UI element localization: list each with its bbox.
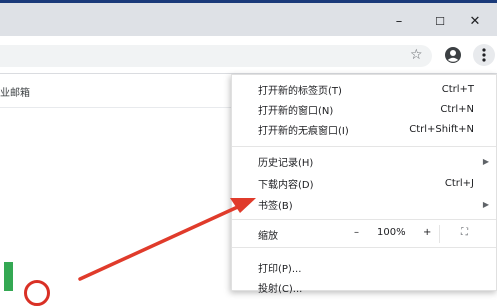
menu-item-shortcut: Ctrl+N bbox=[440, 103, 474, 115]
page-graphic-red-circle bbox=[24, 280, 50, 306]
profile-icon[interactable] bbox=[444, 46, 462, 64]
zoom-value: 100% bbox=[377, 227, 406, 238]
menu-item-label: 投射(C)... bbox=[258, 283, 303, 295]
zoom-out-button[interactable]: – bbox=[354, 227, 359, 238]
menu-item-new-incognito[interactable]: 打开新的无痕窗口(I) Ctrl+Shift+N bbox=[232, 119, 496, 139]
submenu-arrow-icon: ▶ bbox=[482, 199, 489, 209]
submenu-arrow-icon: ▶ bbox=[482, 156, 489, 166]
address-bar[interactable] bbox=[0, 45, 432, 67]
menu-item-label: 打印(P)... bbox=[258, 263, 302, 275]
menu-divider bbox=[232, 146, 496, 147]
menu-item-label: 打开新的无痕窗口(I) bbox=[258, 125, 349, 137]
menu-item-bookmarks[interactable]: 书签(B) ▶ bbox=[232, 194, 496, 214]
toolbar: ☆ bbox=[0, 36, 497, 74]
menu-button[interactable] bbox=[473, 44, 495, 66]
page-graphic-green bbox=[4, 262, 13, 291]
menu-zoom-row: 缩放 – 100% + ⛶ bbox=[232, 224, 496, 244]
menu-item-shortcut: Ctrl+J bbox=[444, 177, 474, 189]
zoom-divider bbox=[439, 225, 440, 243]
zoom-in-button[interactable]: + bbox=[423, 227, 431, 238]
menu-item-label: 书签(B) bbox=[258, 200, 293, 212]
menu-item-label: 下载内容(D) bbox=[258, 179, 314, 191]
bookmarks-divider bbox=[0, 107, 231, 108]
menu-item-new-window[interactable]: 打开新的窗口(N) Ctrl+N bbox=[232, 99, 496, 119]
menu-divider bbox=[232, 219, 496, 220]
close-icon: ✕ bbox=[469, 13, 481, 29]
menu-item-label: 历史记录(H) bbox=[258, 157, 314, 169]
maximize-icon: ☐ bbox=[435, 14, 445, 28]
menu-item-history[interactable]: 历史记录(H) ▶ bbox=[232, 151, 496, 171]
zoom-label: 缩放 bbox=[258, 231, 278, 242]
menu-item-downloads[interactable]: 下载内容(D) Ctrl+J bbox=[232, 173, 496, 193]
bookmark-item[interactable]: 业邮箱 bbox=[0, 84, 30, 99]
more-vertical-icon bbox=[482, 48, 486, 62]
minimize-icon: – bbox=[395, 13, 403, 29]
chrome-menu: 打开新的标签页(T) Ctrl+T 打开新的窗口(N) Ctrl+N 打开新的无… bbox=[231, 74, 497, 295]
menu-item-shortcut: Ctrl+Shift+N bbox=[409, 123, 474, 135]
fullscreen-icon[interactable]: ⛶ bbox=[461, 227, 468, 238]
bookmark-star-icon[interactable]: ☆ bbox=[410, 47, 423, 63]
menu-item-label: 打开新的标签页(T) bbox=[258, 85, 342, 97]
menu-item-print[interactable]: 打印(P)... bbox=[232, 257, 496, 277]
menu-item-label: 打开新的窗口(N) bbox=[258, 105, 334, 117]
menu-item-new-tab[interactable]: 打开新的标签页(T) Ctrl+T bbox=[232, 79, 496, 99]
menu-item-cast[interactable]: 投射(C)... bbox=[232, 277, 496, 297]
title-bar: – ☐ ✕ bbox=[0, 0, 497, 36]
menu-item-shortcut: Ctrl+T bbox=[441, 83, 474, 95]
menu-divider bbox=[232, 247, 496, 248]
minimize-button[interactable]: – bbox=[376, 6, 422, 36]
close-button[interactable]: ✕ bbox=[452, 6, 497, 36]
